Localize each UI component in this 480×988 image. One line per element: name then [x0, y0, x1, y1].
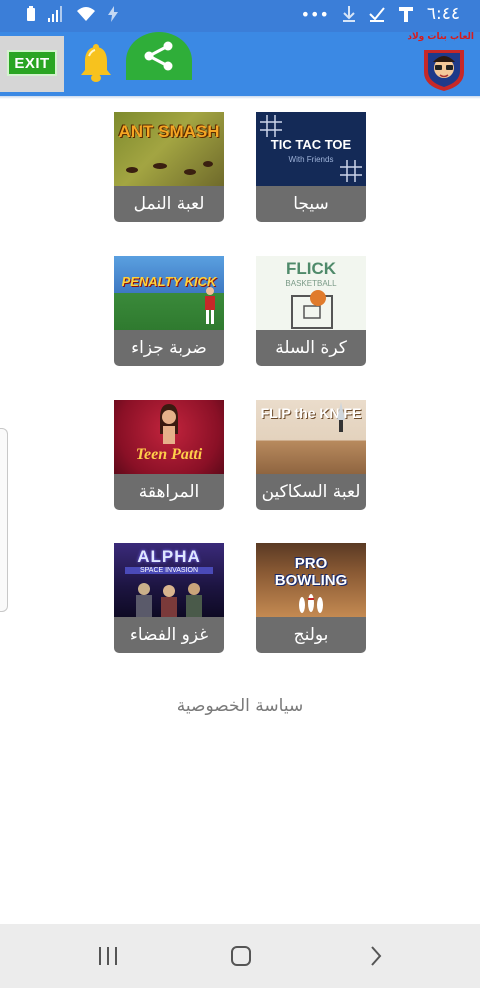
- game-thumbnail[interactable]: PRO BOWLING: [256, 543, 366, 617]
- share-button[interactable]: [126, 32, 192, 80]
- game-thumbnail[interactable]: TIC TAC TOE With Friends: [256, 112, 366, 186]
- game-flick-basketball[interactable]: FLICK BASKETBALL كرة السلة: [256, 256, 366, 366]
- game-ant-smash[interactable]: ANT SMASH لعبة النمل: [114, 112, 224, 222]
- status-time: ٦:٤٤: [426, 4, 460, 24]
- app-toolbar: EXIT العاب بنات ولاد: [0, 32, 480, 96]
- game-label[interactable]: بولنج: [256, 617, 366, 653]
- status-right: ••• ٦:٤٤: [301, 4, 460, 24]
- edge-panel-handle[interactable]: [0, 428, 8, 612]
- game-tic-tac-toe[interactable]: TIC TAC TOE With Friends سيجا: [256, 112, 366, 222]
- thumb-title: PRO BOWLING: [274, 555, 348, 589]
- bell-icon: [81, 44, 111, 82]
- recent-apps-icon: [99, 947, 117, 965]
- more-icon: •••: [300, 4, 329, 24]
- game-label[interactable]: لعبة السكاكين: [256, 474, 366, 510]
- game-alpha-space-invasion[interactable]: ALPHA SPACE INVASION غزو الفضاء: [114, 543, 224, 653]
- flash-icon: [108, 6, 118, 22]
- thumb-title: FLICK: [285, 259, 337, 278]
- thumb-title: Teen Patti: [135, 446, 203, 463]
- share-icon: [144, 41, 173, 71]
- game-thumbnail[interactable]: FLIP the KNIFE: [256, 400, 366, 474]
- battery-icon: [27, 6, 35, 21]
- game-label[interactable]: غزو الفضاء: [114, 617, 224, 653]
- basketball-hoop-icon: [291, 290, 333, 329]
- thumb-subtitle: SPACE INVASION: [125, 567, 213, 574]
- privacy-policy-link[interactable]: سياسة الخصوصية: [0, 696, 480, 716]
- signal-icon: [48, 6, 62, 22]
- game-flip-the-knife[interactable]: FLIP the KNIFE لعبة السكاكين: [256, 400, 366, 510]
- game-thumbnail[interactable]: ALPHA SPACE INVASION: [114, 543, 224, 617]
- game-pro-bowling[interactable]: PRO BOWLING بولنج: [256, 543, 366, 653]
- game-label[interactable]: سيجا: [256, 186, 366, 222]
- app-logo-icon: [424, 50, 464, 91]
- home-button[interactable]: [221, 940, 261, 972]
- thumb-title: ANT SMASH: [118, 122, 220, 141]
- status-bar: ••• ٦:٤٤: [0, 0, 480, 32]
- home-icon: [231, 946, 251, 966]
- game-thumbnail[interactable]: FLICK BASKETBALL: [256, 256, 366, 330]
- game-teen-patti[interactable]: Teen Patti المراهقة: [114, 400, 224, 510]
- recent-apps-button[interactable]: [88, 940, 128, 972]
- game-thumbnail[interactable]: ANT SMASH: [114, 112, 224, 186]
- thumb-subtitle: BASKETBALL: [285, 279, 337, 288]
- knife-icon: [337, 402, 345, 432]
- game-label[interactable]: المراهقة: [114, 474, 224, 510]
- soldiers-icon: [136, 583, 202, 617]
- game-thumbnail[interactable]: Teen Patti: [114, 400, 224, 474]
- thumb-title: ALPHA: [137, 547, 201, 566]
- check-icon: [369, 7, 385, 22]
- thumb-title: TIC TAC TOE: [270, 137, 352, 152]
- download-icon: [342, 6, 355, 22]
- back-button[interactable]: [356, 940, 396, 972]
- player-icon: [205, 287, 215, 324]
- status-left: [26, 6, 118, 22]
- exit-button[interactable]: EXIT: [7, 50, 57, 76]
- thumb-title: FLIP the KNIFE: [260, 405, 362, 421]
- notification-button[interactable]: [78, 44, 114, 84]
- bowling-pins-icon: [299, 594, 323, 613]
- game-label[interactable]: لعبة النمل: [114, 186, 224, 222]
- back-icon: [371, 946, 382, 966]
- t-icon: [398, 7, 413, 22]
- grid-icon: [340, 160, 362, 182]
- game-penalty-kick[interactable]: PENALTY KICK ضربة جزاء: [114, 256, 224, 366]
- navigation-bar: [0, 924, 480, 988]
- game-label[interactable]: كرة السلة: [256, 330, 366, 366]
- ant-icon: [126, 161, 213, 175]
- toolbar-shadow: [0, 96, 480, 99]
- game-thumbnail[interactable]: PENALTY KICK: [114, 256, 224, 330]
- woman-icon: [160, 404, 178, 444]
- grid-icon: [260, 115, 282, 137]
- exit-area: EXIT: [0, 36, 64, 92]
- wifi-icon: [77, 7, 95, 21]
- game-label[interactable]: ضربة جزاء: [114, 330, 224, 366]
